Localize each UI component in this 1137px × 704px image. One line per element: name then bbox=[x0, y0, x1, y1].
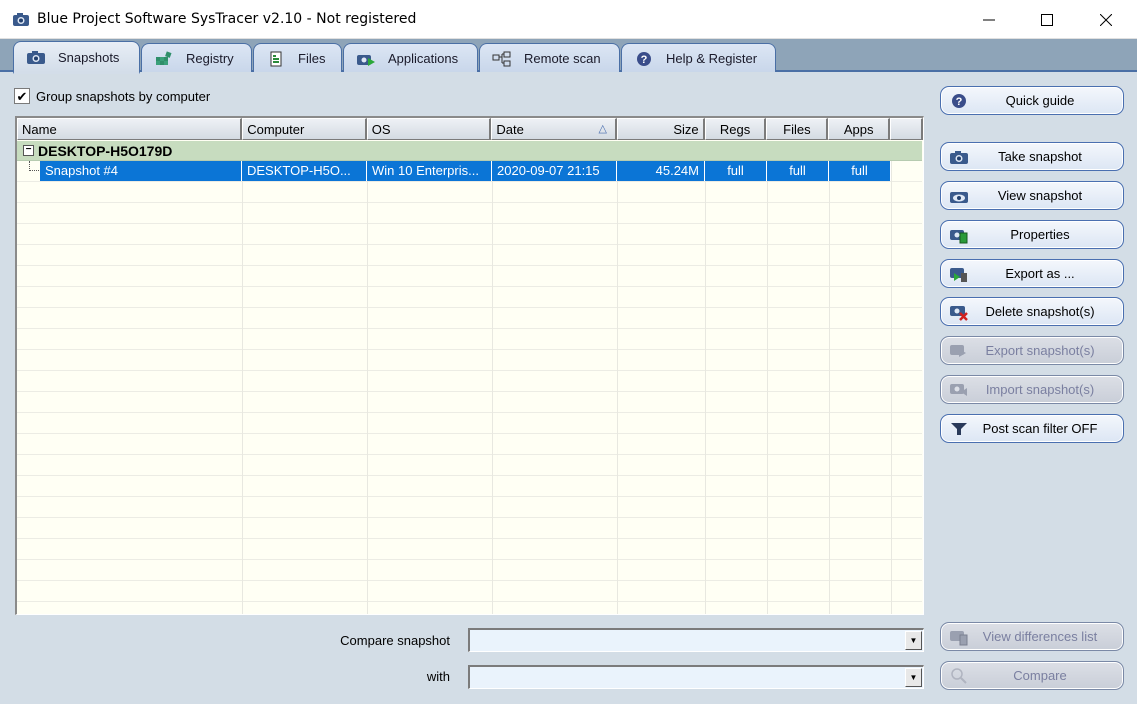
column-divider bbox=[767, 141, 768, 614]
tab-label: Files bbox=[298, 51, 326, 66]
properties-icon bbox=[949, 226, 969, 244]
compare-snapshot-select[interactable]: ▼ bbox=[468, 628, 924, 652]
help-icon: ? bbox=[634, 51, 654, 67]
column-header-filler bbox=[890, 118, 923, 140]
dropdown-arrow-icon[interactable]: ▼ bbox=[905, 631, 922, 650]
column-divider bbox=[705, 141, 706, 614]
compare-with-label: with bbox=[426, 669, 450, 684]
column-divider bbox=[492, 141, 493, 614]
cell-size: 45.24M bbox=[617, 161, 705, 181]
file-icon bbox=[266, 51, 286, 67]
tab-snapshots[interactable]: Snapshots bbox=[13, 41, 140, 74]
view-differences-button[interactable]: View differences list bbox=[940, 622, 1124, 651]
column-divider bbox=[617, 141, 618, 614]
title-bar: Blue Project Software SysTracer v2.10 - … bbox=[0, 0, 1137, 39]
window-title: Blue Project Software SysTracer v2.10 - … bbox=[37, 11, 417, 27]
column-divider bbox=[891, 141, 892, 614]
properties-button[interactable]: Properties bbox=[940, 220, 1124, 249]
tab-label: Help & Register bbox=[666, 51, 758, 66]
maximize-icon bbox=[1041, 13, 1053, 26]
group-by-computer-label: Group snapshots by computer bbox=[36, 88, 211, 104]
applications-icon bbox=[356, 51, 376, 67]
tab-label: Registry bbox=[186, 51, 234, 66]
dropdown-arrow-icon[interactable]: ▼ bbox=[905, 668, 922, 687]
column-header-computer[interactable]: Computer bbox=[242, 118, 367, 140]
svg-text:?: ? bbox=[956, 96, 963, 108]
column-divider bbox=[367, 141, 368, 614]
tab-label: Applications bbox=[388, 51, 459, 66]
cell-name: Snapshot #4 bbox=[40, 161, 242, 181]
tab-files[interactable]: Files bbox=[253, 43, 342, 73]
tab-remote-scan[interactable]: Remote scan bbox=[479, 43, 620, 73]
group-by-computer-checkbox[interactable]: ✔ bbox=[14, 88, 30, 104]
column-divider bbox=[242, 141, 243, 614]
column-header-regs[interactable]: Regs bbox=[704, 118, 767, 140]
grid-row-lines bbox=[17, 181, 922, 614]
help-icon: ? bbox=[949, 92, 969, 110]
export-snapshots-button[interactable]: Export snapshot(s) bbox=[940, 336, 1124, 365]
sort-ascending-icon: △ bbox=[598, 123, 607, 135]
tab-strip: Snapshots Registry Files Applications Re… bbox=[0, 39, 1137, 74]
differences-list-icon bbox=[949, 628, 969, 646]
cell-apps: full bbox=[829, 161, 891, 181]
import-snapshot-icon bbox=[949, 381, 969, 399]
import-snapshots-button[interactable]: Import snapshot(s) bbox=[940, 375, 1124, 404]
column-header-apps[interactable]: Apps bbox=[828, 118, 891, 140]
compare-snapshot-label: Compare snapshot bbox=[340, 633, 450, 648]
compare-with-select[interactable]: ▼ bbox=[468, 665, 924, 689]
column-header-date[interactable]: Date △ bbox=[491, 118, 617, 140]
group-row[interactable]: − DESKTOP-H5O179D bbox=[17, 141, 922, 161]
column-header-files[interactable]: Files bbox=[766, 118, 829, 140]
table-row[interactable]: Snapshot #4 DESKTOP-H5O... Win 10 Enterp… bbox=[40, 161, 891, 181]
tab-label: Snapshots bbox=[58, 49, 120, 65]
column-header-name[interactable]: Name bbox=[17, 118, 243, 140]
tab-registry[interactable]: Registry bbox=[141, 43, 252, 73]
camera-icon bbox=[26, 49, 46, 65]
app-camera-icon bbox=[12, 11, 30, 27]
view-snapshot-icon bbox=[949, 187, 969, 205]
close-icon bbox=[1100, 13, 1112, 26]
cell-computer: DESKTOP-H5O... bbox=[242, 161, 367, 181]
collapse-icon[interactable]: − bbox=[23, 145, 34, 156]
group-by-computer-option[interactable]: ✔ Group snapshots by computer bbox=[14, 88, 210, 104]
column-header-os[interactable]: OS bbox=[366, 118, 492, 140]
cell-os: Win 10 Enterpris... bbox=[367, 161, 492, 181]
grid-header: Name Computer OS Date △ Size Regs Files … bbox=[17, 118, 923, 140]
export-as-button[interactable]: Export as ... bbox=[940, 259, 1124, 288]
svg-text:?: ? bbox=[641, 54, 648, 66]
minimize-icon bbox=[983, 19, 995, 20]
column-header-size[interactable]: Size bbox=[616, 118, 705, 140]
column-divider bbox=[829, 141, 830, 614]
cell-files: full bbox=[767, 161, 829, 181]
export-snapshot-icon bbox=[949, 342, 969, 360]
network-icon bbox=[492, 51, 512, 67]
group-computer-name: DESKTOP-H5O179D bbox=[38, 142, 173, 159]
minimize-button[interactable] bbox=[960, 0, 1018, 39]
compare-button[interactable]: Compare bbox=[940, 661, 1124, 690]
tab-help-register[interactable]: ? Help & Register bbox=[621, 43, 776, 73]
filter-icon bbox=[949, 420, 969, 438]
delete-snapshot-icon bbox=[949, 303, 969, 321]
maximize-button[interactable] bbox=[1018, 0, 1076, 39]
quick-guide-button[interactable]: ? Quick guide bbox=[940, 86, 1124, 115]
close-button[interactable] bbox=[1077, 0, 1135, 39]
view-snapshot-button[interactable]: View snapshot bbox=[940, 181, 1124, 210]
snapshot-grid: Name Computer OS Date △ Size Regs Files … bbox=[15, 116, 924, 615]
magnifier-icon bbox=[949, 667, 969, 685]
cell-date: 2020-09-07 21:15 bbox=[492, 161, 617, 181]
cell-regs: full bbox=[705, 161, 767, 181]
tab-label: Remote scan bbox=[524, 51, 601, 66]
registry-icon bbox=[154, 50, 174, 67]
delete-snapshots-button[interactable]: Delete snapshot(s) bbox=[940, 297, 1124, 326]
column-header-date-label: Date bbox=[496, 122, 524, 137]
export-as-icon bbox=[949, 265, 969, 283]
camera-icon bbox=[949, 148, 969, 166]
tab-applications[interactable]: Applications bbox=[343, 43, 478, 73]
snapshots-panel: ✔ Group snapshots by computer Name Compu… bbox=[0, 72, 1137, 704]
post-scan-filter-button[interactable]: Post scan filter OFF bbox=[940, 414, 1124, 443]
take-snapshot-button[interactable]: Take snapshot bbox=[940, 142, 1124, 171]
